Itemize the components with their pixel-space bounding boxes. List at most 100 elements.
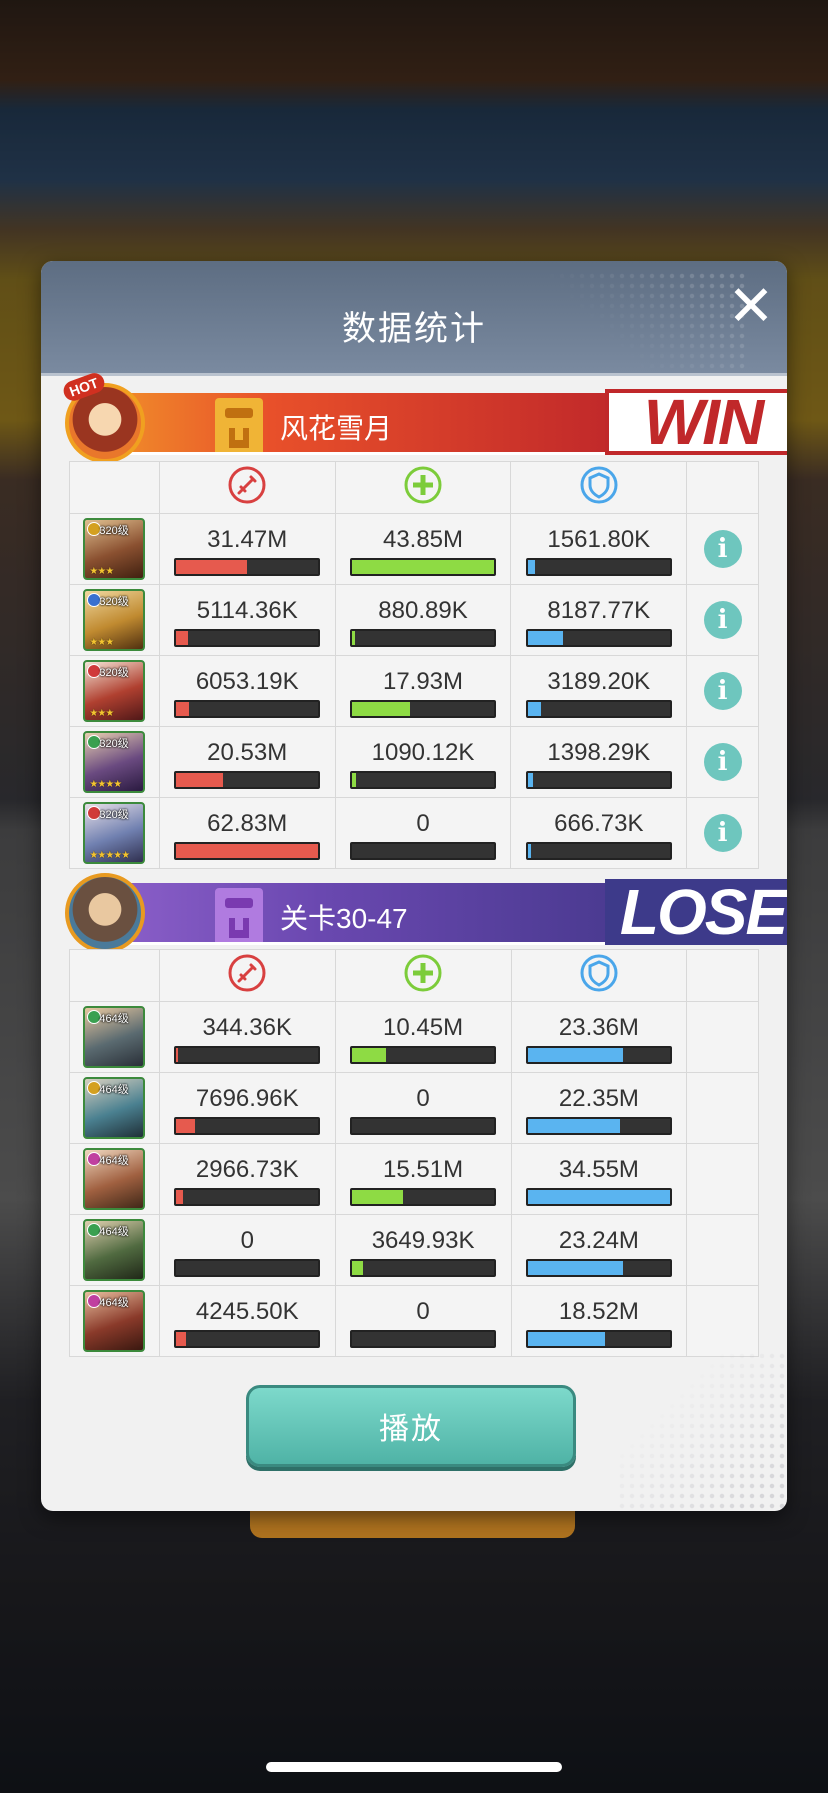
home-indicator[interactable] (266, 1762, 562, 1772)
sword-icon (227, 465, 267, 505)
play-button[interactable]: 播放 (246, 1385, 576, 1467)
damage-bar (174, 557, 321, 576)
hero-row: 320级 ★★★★★ 62.83M 0 666.73K i (69, 797, 759, 869)
hero-level: 464级 (99, 1155, 129, 1167)
winner-banner: 风花雪月 HOT WIN (60, 370, 787, 463)
hero-portrait[interactable]: 464级 (83, 1219, 146, 1281)
hero-row: 464级 7696.96K 0 22.35M (69, 1072, 759, 1144)
damage-bar-fill (176, 1047, 178, 1062)
heal-bar (350, 1116, 497, 1135)
close-button[interactable]: ✕ (724, 278, 778, 335)
hero-row: 464级 344.36K 10.45M 23.36M (69, 1001, 759, 1073)
damage-value: 7696.96K (195, 1084, 299, 1112)
heal-bar-fill (352, 630, 355, 645)
damage-bar (174, 1187, 321, 1206)
damage-bar-fill (176, 1118, 195, 1133)
info-icon[interactable]: i (703, 601, 742, 639)
dialog-title: 数据统计 (342, 310, 486, 348)
info-icon[interactable]: i (703, 814, 742, 852)
hero-row: 464级 4245.50K 0 18.52M (69, 1285, 759, 1357)
heal-bar (350, 1187, 497, 1206)
defense-bar-fill (527, 1118, 621, 1133)
heal-bar-fill (352, 1260, 364, 1275)
info-icon[interactable]: i (703, 530, 742, 568)
heal-bar-fill (352, 772, 357, 787)
damage-column-header (158, 461, 336, 514)
heal-bar (350, 1329, 497, 1348)
hero-row: 464级 0 3649.93K 23.24M (69, 1214, 759, 1286)
info-icon[interactable]: i (703, 672, 742, 710)
winner-name-bar: 风花雪月 (120, 393, 620, 455)
damage-value: 4245.50K (195, 1297, 299, 1325)
damage-bar (174, 841, 321, 860)
hero-portrait[interactable]: 464级 (83, 1006, 146, 1068)
defense-bar (525, 841, 672, 860)
heal-bar (350, 770, 496, 789)
defense-value: 18.52M (558, 1297, 639, 1325)
damage-bar (174, 1116, 321, 1135)
hero-portrait[interactable]: 320级 ★★★★ (83, 731, 146, 793)
heal-bar (350, 557, 496, 576)
hero-row: 464级 2966.73K 15.51M 34.55M (69, 1143, 759, 1215)
hero-row: 320级 ★★★★ 20.53M 1090.12K 1398.29K i (69, 726, 759, 798)
heal-bar-fill (352, 701, 411, 716)
hero-portrait[interactable]: 320级 ★★★ (83, 660, 146, 722)
defense-value: 23.36M (558, 1013, 639, 1041)
heal-bar-fill (352, 559, 494, 574)
shield-icon (579, 953, 619, 993)
defense-bar-fill (527, 1047, 624, 1062)
defense-value: 34.55M (558, 1155, 639, 1183)
hero-portrait[interactable]: 464级 (83, 1290, 146, 1352)
hero-portrait[interactable]: 464级 (83, 1148, 146, 1210)
defense-bar (525, 1329, 672, 1348)
heal-value: 0 (416, 809, 430, 837)
damage-column-header (158, 949, 336, 1002)
damage-bar-fill (176, 843, 319, 858)
heal-value: 15.51M (383, 1155, 464, 1183)
hero-level: 320级 (99, 667, 129, 679)
defense-bar-fill (527, 630, 564, 645)
loser-team-name: 关卡30-47 (280, 903, 408, 934)
defense-bar (525, 1258, 672, 1277)
damage-bar-fill (176, 1189, 184, 1204)
damage-value: 31.47M (207, 525, 288, 553)
damage-value: 6053.19K (195, 667, 299, 695)
loser-stats-table: 464级 344.36K 10.45M 23.36M 464级 7696.96K… (69, 949, 759, 1357)
defense-bar (525, 699, 672, 718)
damage-value: 5114.36K (196, 596, 298, 624)
table-header-row (69, 461, 759, 514)
heal-bar (350, 1258, 497, 1277)
star-rating: ★★★ (89, 637, 114, 648)
close-icon: ✕ (727, 274, 775, 337)
hero-portrait[interactable]: 320级 ★★★ (83, 518, 146, 580)
defense-bar (525, 557, 672, 576)
hero-portrait[interactable]: 320级 ★★★ (83, 589, 146, 651)
heal-value: 3649.93K (371, 1226, 475, 1254)
defense-value: 1398.29K (547, 738, 651, 766)
defense-bar (525, 1187, 672, 1206)
table-header-row (69, 949, 759, 1002)
heal-value: 10.45M (383, 1013, 464, 1041)
damage-value: 20.53M (207, 738, 288, 766)
defense-value: 22.35M (558, 1084, 639, 1112)
hero-level: 464级 (99, 1084, 129, 1096)
heal-value: 17.93M (382, 667, 464, 695)
heal-bar (350, 628, 496, 647)
defense-bar-fill (527, 1331, 605, 1346)
hero-portrait[interactable]: 320级 ★★★★★ (83, 802, 146, 864)
defense-value: 8187.77K (547, 596, 651, 624)
win-label: WIN (605, 386, 787, 458)
info-icon[interactable]: i (703, 743, 742, 781)
defense-bar (525, 628, 672, 647)
star-rating: ★★★★ (89, 779, 122, 790)
defense-bar-fill (527, 843, 531, 858)
heal-value: 880.89K (378, 596, 468, 624)
star-rating: ★★★ (89, 708, 114, 719)
hero-portrait[interactable]: 464级 (83, 1077, 146, 1139)
defense-bar-fill (527, 772, 534, 787)
defense-bar-fill (527, 1189, 670, 1204)
damage-value: 0 (240, 1226, 254, 1254)
hero-level: 320级 (99, 525, 129, 537)
damage-value: 62.83M (207, 809, 288, 837)
damage-bar-fill (176, 1331, 187, 1346)
